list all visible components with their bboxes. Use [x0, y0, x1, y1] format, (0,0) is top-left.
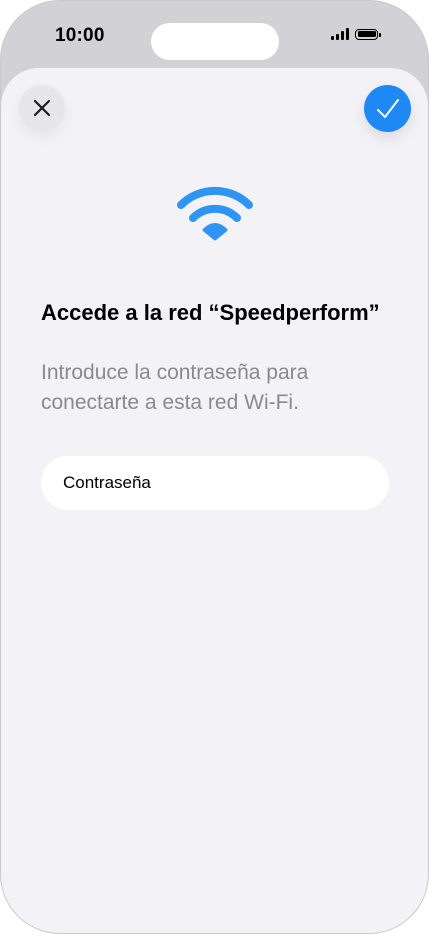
status-icons	[331, 28, 381, 40]
wifi-password-sheet: Accede a la red “Speedperform” Introduce…	[1, 68, 428, 933]
confirm-button[interactable]	[364, 85, 411, 132]
status-time: 10:00	[55, 25, 105, 46]
password-field[interactable]	[41, 456, 389, 510]
phone-frame: 10:00 Accede a la red “Speedperform” Int…	[0, 0, 429, 934]
checkmark-icon	[376, 98, 399, 118]
password-input[interactable]	[63, 473, 363, 493]
wifi-icon	[177, 186, 253, 241]
battery-icon	[355, 28, 381, 40]
network-subtitle: Introduce la contraseña para conectarte …	[41, 361, 309, 414]
dynamic-island	[151, 23, 279, 60]
close-icon	[33, 99, 51, 117]
network-title: Accede a la red “Speedperform”	[41, 300, 380, 325]
status-bar: 10:00	[1, 1, 428, 71]
close-button[interactable]	[19, 85, 65, 131]
cellular-signal-icon	[331, 28, 349, 40]
